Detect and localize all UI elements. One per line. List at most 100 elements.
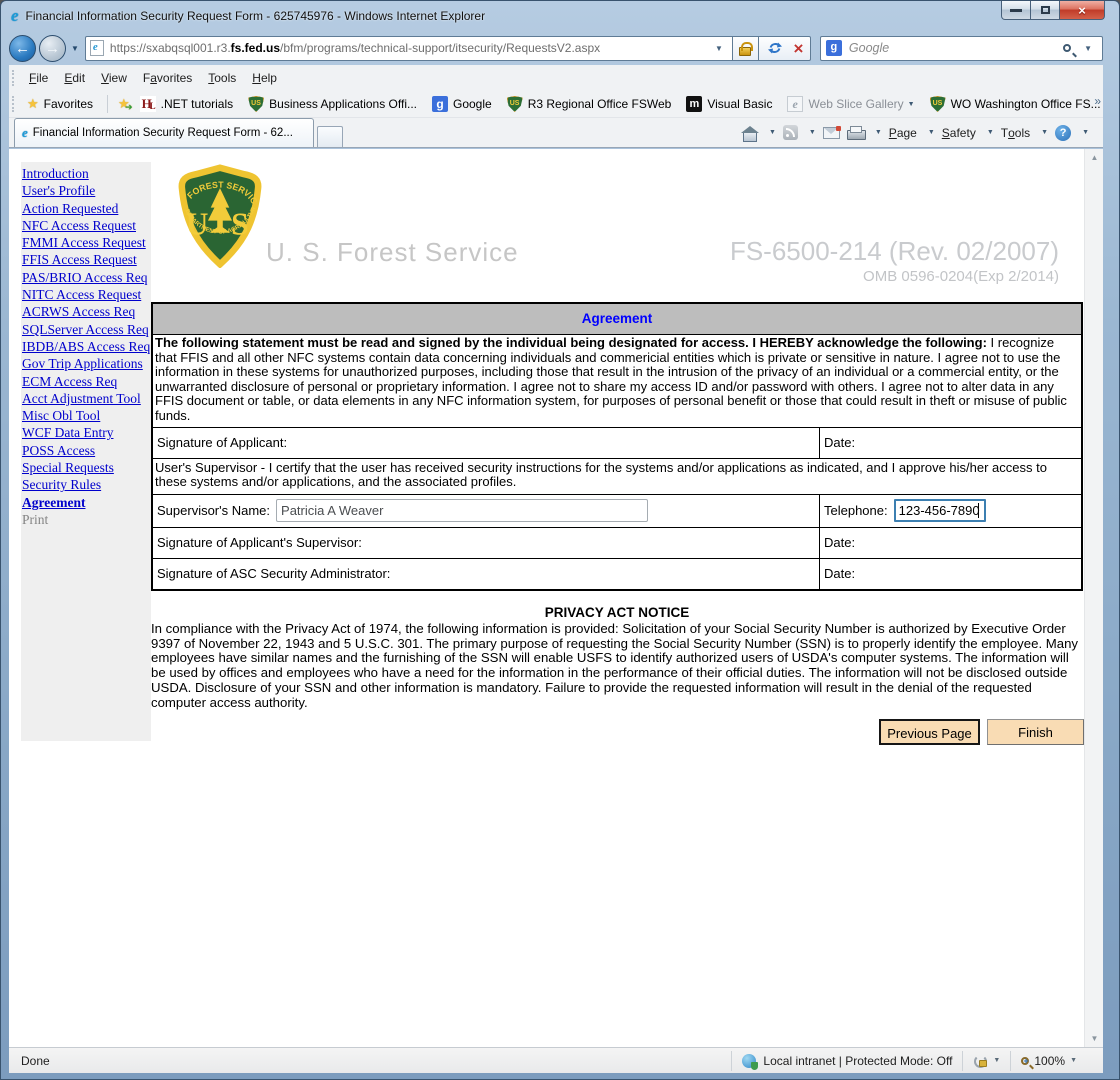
sidebar-link-acrws-access-req[interactable]: ACRWS Access Req: [22, 303, 151, 320]
sidebar-link-security-rules[interactable]: Security Rules: [22, 476, 151, 493]
previous-page-button[interactable]: Previous Page: [879, 719, 980, 745]
sidebar-link-user-s-profile[interactable]: User's Profile: [22, 182, 151, 199]
sidebar-link-introduction[interactable]: Introduction: [22, 165, 151, 182]
favorite-link[interactable]: gGoogle: [432, 96, 492, 112]
window-title: Financial Information Security Request F…: [26, 9, 486, 23]
status-text: Done: [9, 1054, 731, 1068]
tab-title: Financial Information Security Request F…: [33, 127, 293, 139]
favorites-button[interactable]: ★ Favorites: [21, 93, 101, 115]
zoom-section[interactable]: + 100% ▼: [1011, 1048, 1087, 1073]
favorite-link-label: Web Slice Gallery: [808, 97, 903, 111]
maximize-button[interactable]: [1031, 1, 1059, 20]
recent-pages-dropdown-icon[interactable]: ▼: [71, 44, 79, 53]
favorite-link[interactable]: WO Washington Office FS...: [930, 96, 1101, 112]
feeds-icon[interactable]: [783, 125, 798, 140]
sidebar-link-gov-trip-applications[interactable]: Gov Trip Applications: [22, 355, 151, 372]
sidebar-link-ffis-access-request[interactable]: FFIS Access Request: [22, 251, 151, 268]
search-icon[interactable]: [1063, 44, 1071, 52]
sidebar-link-ibdb-abs-access-req[interactable]: IBDB/ABS Access Req: [22, 338, 151, 355]
zoom-dropdown-icon[interactable]: ▼: [1070, 1057, 1077, 1064]
sidebar-link-poss-access[interactable]: POSS Access: [22, 442, 151, 459]
supervisor-name-input[interactable]: [276, 499, 648, 522]
favorite-dropdown-icon[interactable]: ▼: [908, 101, 915, 108]
sidebar-link-special-requests[interactable]: Special Requests: [22, 459, 151, 476]
supervisor-certification-statement: User's Supervisor - I certify that the u…: [153, 458, 1081, 494]
favorite-link[interactable]: R3 Regional Office FSWeb: [507, 96, 672, 112]
command-bar: ▼ ▼ ▼ Page ▼ Safety ▼ Tools ▼ ? ▼: [742, 118, 1103, 147]
tools-menu[interactable]: Tools: [1001, 126, 1030, 140]
telephone-input[interactable]: [894, 499, 986, 522]
tab-active[interactable]: e Financial Information Security Request…: [14, 118, 314, 147]
security-lock-button[interactable]: [733, 36, 759, 61]
forward-button[interactable]: →: [39, 35, 66, 62]
home-dropdown-icon[interactable]: ▼: [769, 129, 776, 136]
menu-item-tools[interactable]: Tools: [200, 67, 244, 89]
status-bar: Done Local intranet | Protected Mode: Of…: [9, 1047, 1103, 1073]
menu-item-edit[interactable]: Edit: [56, 67, 93, 89]
menu-item-view[interactable]: View: [93, 67, 135, 89]
supervisor-name-label: Supervisor's Name:: [157, 503, 270, 518]
add-favorite-button[interactable]: ★: [118, 96, 130, 112]
search-box[interactable]: g Google ▼: [820, 36, 1103, 61]
favorites-star-icon: ★: [27, 96, 39, 112]
sidebar-link-nitc-access-request[interactable]: NITC Access Request: [22, 286, 151, 303]
address-dropdown-icon[interactable]: ▼: [710, 44, 728, 53]
sidebar-link-action-requested[interactable]: Action Requested: [22, 200, 151, 217]
refresh-button[interactable]: [767, 40, 783, 56]
agency-title: U. S. Forest Service: [266, 237, 519, 268]
finish-button[interactable]: Finish: [987, 719, 1084, 745]
help-dropdown-icon[interactable]: ▼: [1082, 129, 1089, 136]
stop-button[interactable]: ×: [793, 40, 803, 57]
navigation-bar: ← → ▼ https://sxabqsql001.r3.fs.fed.us/b…: [9, 31, 1103, 65]
protected-mode-section[interactable]: ▼: [963, 1048, 1010, 1073]
sidebar-link-pas-brio-access-req[interactable]: PAS/BRIO Access Req: [22, 269, 151, 286]
print-dropdown-icon[interactable]: ▼: [875, 129, 882, 136]
new-tab-button[interactable]: [317, 126, 343, 147]
privacy-act-text: In compliance with the Privacy Act of 19…: [151, 622, 1083, 710]
resize-grip[interactable]: [1087, 1058, 1101, 1072]
agreement-statement: The following statement must be read and…: [153, 334, 1081, 427]
favorite-link[interactable]: Business Applications Offi...: [248, 96, 417, 112]
zoom-level: 100%: [1034, 1054, 1065, 1068]
page-menu[interactable]: Page: [889, 126, 917, 140]
agreement-header: Agreement: [153, 304, 1081, 334]
protected-mode-dropdown-icon[interactable]: ▼: [993, 1057, 1000, 1064]
favorite-link[interactable]: .NET tutorials: [140, 96, 233, 112]
favorite-link[interactable]: mVisual Basic: [686, 96, 772, 112]
feeds-dropdown-icon[interactable]: ▼: [809, 129, 816, 136]
url-text: https://sxabqsql001.r3.fs.fed.us/bfm/pro…: [110, 41, 710, 55]
scroll-down-icon[interactable]: ▼: [1085, 1030, 1103, 1047]
vertical-scrollbar[interactable]: ▲ ▼: [1084, 149, 1103, 1047]
sidebar-link-ecm-access-req[interactable]: ECM Access Req: [22, 373, 151, 390]
home-icon[interactable]: [742, 126, 758, 140]
fs-shield-icon: [248, 96, 264, 112]
help-icon[interactable]: ?: [1055, 125, 1071, 141]
menu-item-file[interactable]: File: [21, 67, 56, 89]
back-button[interactable]: ←: [9, 35, 36, 62]
favorite-link[interactable]: Web Slice Gallery ▼: [787, 96, 914, 112]
security-zone-text: Local intranet | Protected Mode: Off: [763, 1054, 952, 1068]
print-icon[interactable]: [847, 126, 864, 139]
address-bar[interactable]: https://sxabqsql001.r3.fs.fed.us/bfm/pro…: [85, 36, 733, 61]
mail-icon[interactable]: [823, 127, 840, 139]
menu-bar-items: FileEditViewFavoritesToolsHelp: [21, 67, 285, 89]
intranet-globe-icon: [742, 1054, 756, 1068]
sidebar-link-agreement[interactable]: Agreement: [22, 494, 151, 511]
sidebar-link-sqlserver-access-req[interactable]: SQLServer Access Req: [22, 321, 151, 338]
favorites-overflow-chevron-icon[interactable]: »: [1094, 94, 1101, 108]
sidebar-link-nfc-access-request[interactable]: NFC Access Request: [22, 217, 151, 234]
sidebar-link-fmmi-access-request[interactable]: FMMI Access Request: [22, 234, 151, 251]
omb-number: OMB 0596-0204(Exp 2/2014): [863, 268, 1059, 285]
sidebar-link-misc-obl-tool[interactable]: Misc Obl Tool: [22, 407, 151, 424]
minimize-button[interactable]: [1001, 1, 1031, 20]
menu-item-help[interactable]: Help: [244, 67, 285, 89]
sidebar-link-acct-adjustment-tool[interactable]: Acct Adjustment Tool: [22, 390, 151, 407]
close-button[interactable]: ×: [1059, 1, 1105, 20]
scroll-up-icon[interactable]: ▲: [1085, 149, 1103, 166]
search-dropdown-icon[interactable]: ▼: [1079, 44, 1097, 53]
telephone-label: Telephone:: [824, 503, 888, 518]
safety-menu[interactable]: Safety: [942, 126, 976, 140]
sidebar-link-wcf-data-entry[interactable]: WCF Data Entry: [22, 424, 151, 441]
menu-item-favorites[interactable]: Favorites: [135, 67, 200, 89]
favorites-bar: ★ Favorites ★ .NET tutorials Business App…: [9, 91, 1103, 118]
